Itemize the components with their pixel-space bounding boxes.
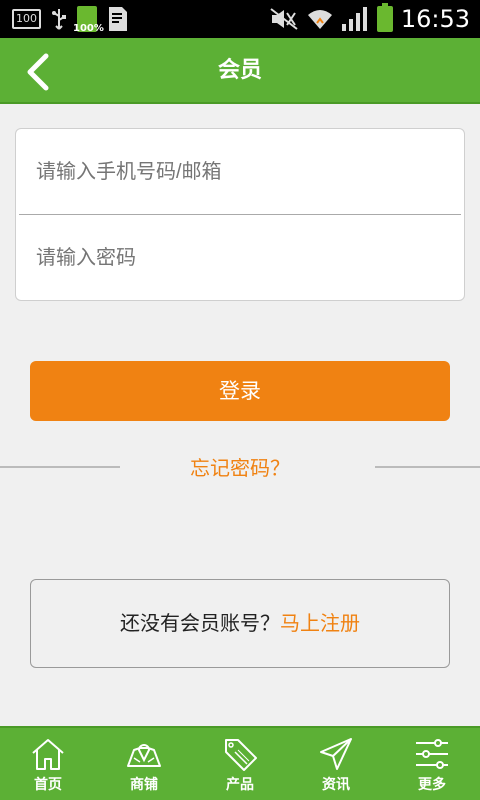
sliders-icon [416, 739, 448, 769]
app-header: 会员 [0, 38, 480, 104]
wifi-icon [307, 10, 332, 29]
paper-plane-icon [320, 738, 352, 770]
nav-label-more: 更多 [418, 777, 446, 793]
status-left: 100 100% [12, 6, 129, 34]
nav-item-home[interactable]: 首页 [0, 728, 96, 800]
status-time: 16:53 [400, 5, 470, 33]
battery-small-icon: 100% [73, 6, 104, 34]
nav-label-home: 首页 [34, 777, 62, 793]
status-right: 16:53 [269, 2, 470, 36]
mute-icon [270, 8, 298, 30]
phone-email-input[interactable] [16, 129, 464, 215]
nav-item-more[interactable]: 更多 [384, 728, 480, 800]
notification-box-icon: 100 [12, 9, 41, 29]
battery-icon [376, 3, 393, 32]
status-bar: 100 100% 16:53 [0, 0, 480, 38]
login-button[interactable]: 登录 [30, 361, 450, 421]
register-prompt: 还没有会员账号？ [120, 611, 280, 635]
password-input[interactable] [16, 215, 464, 300]
map-shop-icon [127, 744, 161, 767]
nav-label-shops: 商铺 [130, 777, 158, 793]
nav-label-news: 资讯 [322, 777, 350, 793]
register-link[interactable]: 马上注册 [280, 611, 360, 635]
register-box: 还没有会员账号？马上注册 [30, 579, 450, 668]
forgot-password-row: 忘记密码？ [0, 450, 480, 484]
usb-icon [52, 9, 66, 30]
home-icon [32, 739, 64, 770]
page-title: 会员 [217, 58, 262, 83]
nav-item-news[interactable]: 资讯 [288, 728, 384, 800]
document-icon [109, 7, 127, 31]
login-form [15, 128, 465, 301]
nav-item-shops[interactable]: 商铺 [96, 728, 192, 800]
nav-label-products: 产品 [226, 777, 254, 793]
nav-item-products[interactable]: 产品 [192, 728, 288, 800]
bottom-nav: 首页 商铺 产品 资讯 更多 [0, 726, 480, 800]
divider-right [375, 466, 480, 468]
sale-tag-icon [225, 739, 257, 771]
signal-icon [341, 7, 367, 31]
battery-small-label: 100% [73, 23, 104, 34]
